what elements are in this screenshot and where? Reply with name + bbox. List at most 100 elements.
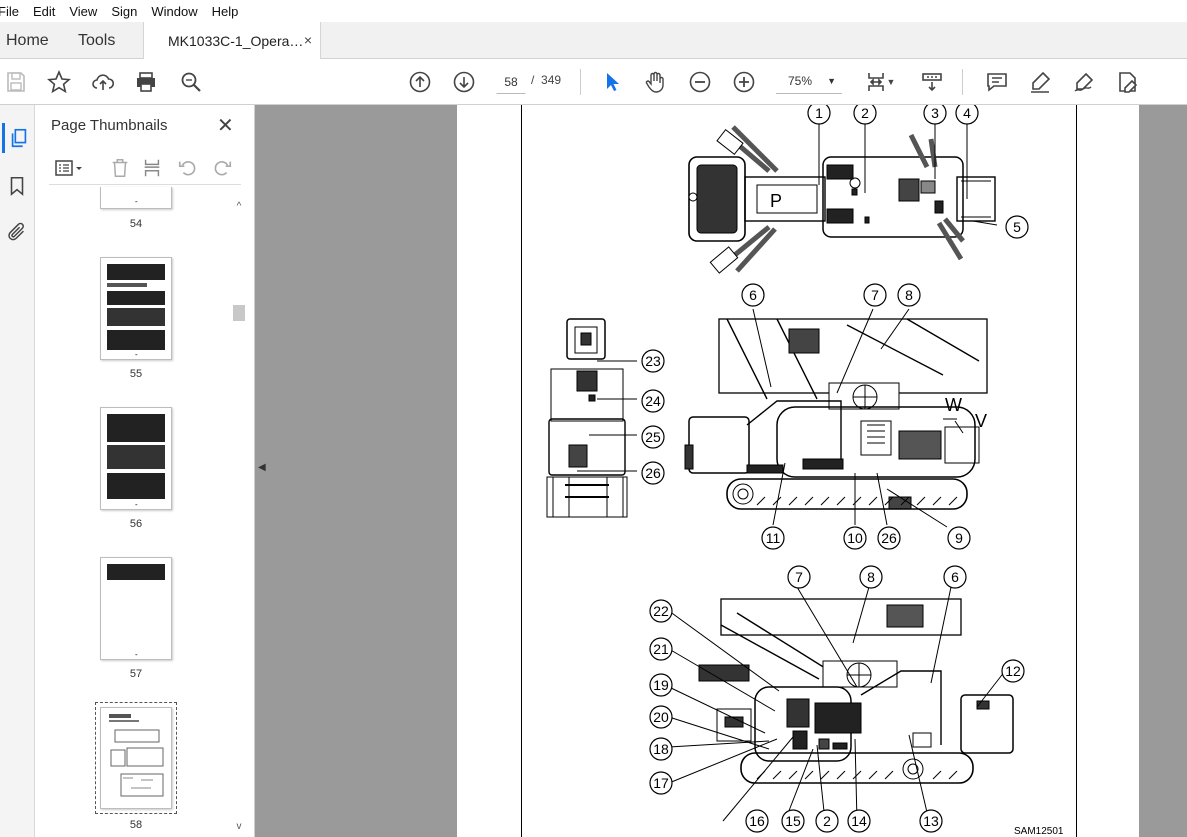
menu-help[interactable]: Help xyxy=(205,4,246,19)
svg-text:8: 8 xyxy=(905,287,913,303)
svg-text:7: 7 xyxy=(795,569,803,585)
thumb-footer: - xyxy=(135,650,138,659)
menu-window[interactable]: Window xyxy=(144,4,204,19)
scroll-up-icon[interactable]: ^ xyxy=(232,201,246,212)
hand-icon[interactable] xyxy=(641,68,669,96)
menu-edit[interactable]: Edit xyxy=(26,4,62,19)
svg-text:26: 26 xyxy=(881,530,897,546)
thumbnail-label: 57 xyxy=(129,668,143,680)
svg-text:9: 9 xyxy=(955,530,963,546)
rotate-left-icon[interactable] xyxy=(175,155,201,181)
figure-code: SAM12501 xyxy=(1014,826,1064,837)
svg-text:18: 18 xyxy=(653,741,669,757)
svg-text:4: 4 xyxy=(963,105,971,121)
pdf-page: P W V 1 2 3 4 5 6 7 8 23 24 25 26 11 10 … xyxy=(457,105,1139,837)
thumbnail-page-58[interactable] xyxy=(95,702,177,814)
zoom-select[interactable]: 75% ▼ xyxy=(776,70,842,94)
thumbnail-scrollbar[interactable]: ^ v xyxy=(232,201,246,837)
thumbnail-tools xyxy=(49,151,241,185)
chevron-down-icon: ▼ xyxy=(827,76,836,86)
svg-text:6: 6 xyxy=(749,287,757,303)
thumbnail-page-54[interactable]: - xyxy=(100,187,172,209)
thumb-footer: - xyxy=(135,500,138,509)
menu-bar: File Edit View Sign Window Help xyxy=(0,0,1187,22)
scroll-mode-icon[interactable] xyxy=(918,68,946,96)
svg-text:8: 8 xyxy=(867,569,875,585)
thumbnail-page-55[interactable]: - xyxy=(100,257,172,360)
collapse-panel-icon[interactable]: ◀ xyxy=(258,462,266,473)
options-menu-icon[interactable] xyxy=(49,155,89,181)
svg-text:16: 16 xyxy=(749,813,765,829)
thumbnail-page-57[interactable]: - xyxy=(100,557,172,660)
thumb-footer: - xyxy=(135,350,138,359)
delete-page-icon[interactable] xyxy=(107,155,133,181)
svg-text:2: 2 xyxy=(861,105,869,121)
chevron-down-icon[interactable]: ▼ xyxy=(884,68,898,96)
thumbnail-label: 58 xyxy=(129,819,143,831)
tab-home[interactable]: Home xyxy=(6,22,49,59)
toolbar-divider xyxy=(580,69,581,95)
tab-document[interactable]: MK1033C-1_Opera… × xyxy=(143,22,321,59)
page-count: / 349 xyxy=(531,73,561,87)
svg-text:12: 12 xyxy=(1005,663,1021,679)
svg-text:13: 13 xyxy=(923,813,939,829)
document-viewport[interactable]: P W V 1 2 3 4 5 6 7 8 23 24 25 26 11 10 … xyxy=(255,105,1187,837)
select-cursor-icon[interactable] xyxy=(598,68,626,96)
attachments-paperclip-icon[interactable] xyxy=(2,217,32,247)
svg-text:6: 6 xyxy=(951,569,959,585)
thumbnail-label: 55 xyxy=(129,368,143,380)
save-icon[interactable] xyxy=(2,68,30,96)
scroll-down-icon[interactable]: v xyxy=(232,821,246,832)
close-icon[interactable]: ✕ xyxy=(217,113,234,138)
tab-close-icon[interactable]: × xyxy=(304,32,312,48)
next-page-icon[interactable] xyxy=(450,68,478,96)
letter-label: P xyxy=(770,191,782,211)
page-separator: / xyxy=(531,73,535,87)
zoom-search-icon[interactable] xyxy=(177,68,205,96)
thumbnail-label: 54 xyxy=(129,218,143,230)
sign-icon[interactable] xyxy=(1070,68,1098,96)
acrobat-window: File Edit View Sign Window Help Home Too… xyxy=(0,0,1187,837)
menu-file[interactable]: File xyxy=(0,4,26,19)
svg-text:23: 23 xyxy=(645,353,661,369)
svg-text:11: 11 xyxy=(766,530,781,546)
svg-text:24: 24 xyxy=(645,393,661,409)
thumbnail-page-56[interactable]: - xyxy=(100,407,172,510)
toolbar: 58 / 349 75% ▼ ▼ xyxy=(0,59,1187,105)
zoom-out-icon[interactable] xyxy=(686,68,714,96)
zoom-in-icon[interactable] xyxy=(730,68,758,96)
svg-text:19: 19 xyxy=(653,677,669,693)
svg-text:20: 20 xyxy=(653,709,669,725)
svg-text:21: 21 xyxy=(653,641,669,657)
tab-tools[interactable]: Tools xyxy=(78,22,115,59)
svg-text:3: 3 xyxy=(931,105,939,121)
technical-drawing: P W V 1 2 3 4 5 6 7 8 23 24 25 26 11 10 … xyxy=(546,105,1029,833)
left-rail xyxy=(0,105,35,837)
thumbnail-label: 56 xyxy=(129,518,143,530)
fill-sign-icon[interactable] xyxy=(1114,68,1142,96)
highlight-icon[interactable] xyxy=(1026,68,1054,96)
svg-text:5: 5 xyxy=(1013,219,1021,235)
panel-title: Page Thumbnails xyxy=(51,117,168,134)
bookmark-star-icon[interactable] xyxy=(45,68,73,96)
rotate-right-icon[interactable] xyxy=(209,155,235,181)
svg-text:15: 15 xyxy=(785,813,801,829)
letter-label: W xyxy=(945,395,962,415)
svg-text:1: 1 xyxy=(815,105,823,121)
insert-page-icon[interactable] xyxy=(139,155,165,181)
svg-text:10: 10 xyxy=(847,530,863,546)
print-icon[interactable] xyxy=(132,68,160,96)
comment-icon[interactable] xyxy=(983,68,1011,96)
toolbar-divider xyxy=(962,69,963,95)
prev-page-icon[interactable] xyxy=(406,68,434,96)
menu-view[interactable]: View xyxy=(62,4,104,19)
scrollbar-thumb[interactable] xyxy=(233,305,245,321)
page-number-input[interactable]: 58 xyxy=(496,70,526,94)
zoom-value: 75% xyxy=(788,74,813,88)
menu-sign[interactable]: Sign xyxy=(104,4,144,19)
upload-cloud-icon[interactable] xyxy=(89,68,117,96)
tab-document-title: MK1033C-1_Opera… xyxy=(168,32,304,49)
page-thumbnails-icon[interactable] xyxy=(2,123,32,153)
svg-text:14: 14 xyxy=(851,813,867,829)
bookmarks-icon[interactable] xyxy=(2,171,32,201)
